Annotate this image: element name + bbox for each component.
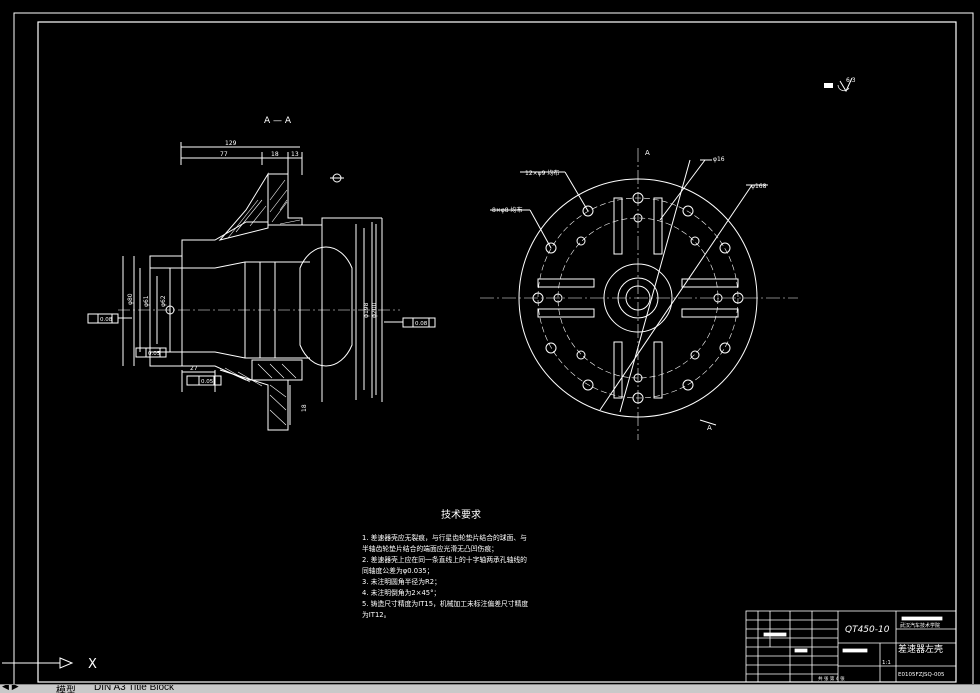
dim-phi80: φ80 (127, 293, 134, 305)
label-phi168: φ168 (751, 183, 767, 190)
school: 武汉汽车技术学院 (900, 622, 940, 629)
sheet-outer-border (13, 12, 974, 687)
technical-requirements: 技术要求 1. 差速器壳应无裂痕，与行星齿轮垫片结合的球面、与 半轴齿轮垫片结合… (362, 508, 528, 619)
svg-text:0.05: 0.05 (148, 351, 161, 357)
fcf-left: 0.08 (87, 313, 132, 324)
label-8-holes: 8×φ8 均布 (492, 206, 523, 214)
part-name: 差速器左壳 (898, 643, 943, 655)
dim-77: 77 (220, 151, 228, 158)
tech-line-1: 1. 差速器壳应无裂痕，与行星齿轮垫片结合的球面、与 (362, 533, 527, 542)
dim-13: 13 (291, 151, 299, 158)
section-label: A — A (264, 116, 292, 126)
roughness-value: 6.3 (846, 77, 856, 84)
title-block: QT450-10 武汉汽车技术学院 差速器左壳 E0105FZJSQ-005 1… (745, 610, 957, 683)
cad-drawing-canvas[interactable]: 6.3 A — A 129 77 18 13 φ80 φ61 φ62 φ198 … (0, 0, 980, 692)
svg-text:0.08: 0.08 (415, 321, 428, 327)
tab-nav-arrows[interactable]: ◀ ▶ (2, 685, 19, 692)
tech-title: 技术要求 (441, 508, 481, 521)
tech-line-8: 为IT12。 (362, 610, 390, 619)
svg-text:0.05: 0.05 (201, 379, 214, 385)
material: QT450-10 (845, 625, 890, 635)
label-12-holes: 12×φ9 均布 (525, 169, 559, 177)
dim-phi198: φ198 (363, 302, 370, 318)
view-label-bottom: A (707, 424, 712, 432)
roughness-mark: 6.3 (824, 77, 856, 93)
fcf-perp: 0.05 (186, 375, 222, 386)
ucs-icon: X (2, 657, 97, 672)
tech-line-7: 5. 铸造尺寸精度为IT15，机械加工未标注偏差尺寸精度 (362, 599, 528, 608)
tech-line-6: 4. 未注明倒角为2×45°； (362, 588, 440, 597)
dim-18: 18 (271, 151, 279, 158)
tech-line-5: 3. 未注明圆角半径为R2； (362, 577, 441, 586)
front-view: A A φ16 φ168 12×φ9 均布 8×φ8 均布 (480, 148, 798, 440)
dim-129: 129 (225, 140, 237, 147)
drawing-no: E0105FZJSQ-005 (898, 672, 945, 678)
fcf-right: 0.08 (384, 317, 436, 328)
tech-line-4: 同轴度公差为φ0.035； (362, 566, 434, 575)
dim-phi200: φ200 (371, 302, 378, 318)
dim-27: 27 (190, 365, 198, 372)
dim-18b: 18 (301, 404, 308, 412)
tech-line-2: 半轴齿轮垫片结合的端面应光滑无凸凹伤痕； (362, 544, 498, 553)
section-view: A — A 129 77 18 13 φ80 φ61 φ62 φ198 φ200… (87, 116, 436, 431)
view-label-top: A (645, 149, 650, 157)
tech-line-3: 2. 差速器壳上应在同一条直线上的十字轴两承孔轴线的 (362, 555, 527, 564)
ucs-x-label: X (88, 657, 97, 672)
svg-text:0.08: 0.08 (100, 317, 113, 323)
scale: 1:1 (882, 660, 891, 666)
dim-phi62: φ62 (160, 295, 167, 307)
sheet-count: 共 张 第 4 张 (818, 675, 845, 682)
dim-phi61: φ61 (143, 295, 150, 307)
label-phi16: φ16 (713, 156, 725, 163)
